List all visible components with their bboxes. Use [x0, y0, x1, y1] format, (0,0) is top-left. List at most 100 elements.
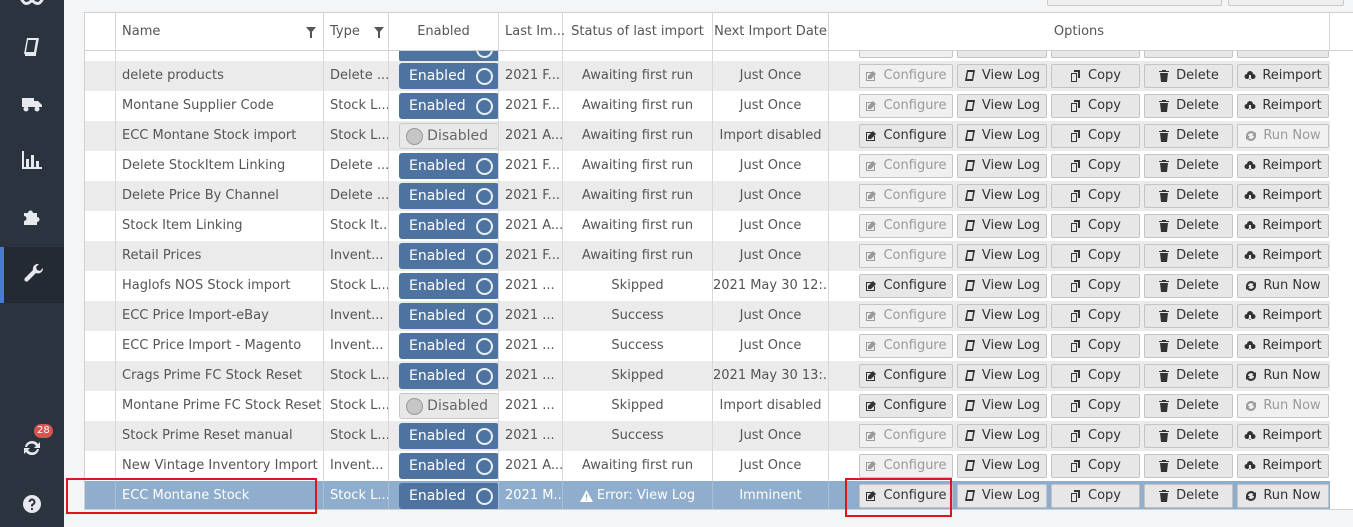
delete-button[interactable]: Delete — [1144, 364, 1233, 388]
configure-button[interactable]: Configure — [859, 94, 953, 118]
table-row[interactable]: Retail Prices Invent... Enabled 2021 F... Aw… — [85, 241, 1330, 271]
row-select-cell[interactable] — [85, 271, 116, 301]
copy-button[interactable]: Copy — [1051, 124, 1140, 148]
reimport-button[interactable]: Reimport — [1237, 184, 1329, 208]
table-row[interactable]: Stock Item Linking Stock It... Enabled 2021… — [85, 211, 1330, 241]
enabled-toggle[interactable]: Disabled — [399, 393, 498, 419]
configure-button[interactable]: Configure — [859, 244, 953, 268]
toolbar-button[interactable] — [1047, 0, 1222, 6]
configure-button[interactable]: Configure — [859, 214, 953, 238]
copy-button[interactable]: Copy — [1051, 94, 1140, 118]
delete-button[interactable]: Delete — [1144, 274, 1233, 298]
enabled-toggle[interactable]: Disabled — [399, 123, 498, 149]
reimport-button[interactable]: Reimport — [1237, 154, 1329, 178]
view-log-button[interactable]: View Log — [957, 454, 1047, 478]
view-log-button[interactable]: View Log — [957, 484, 1047, 508]
configure-button[interactable]: Configure — [859, 154, 953, 178]
header-type[interactable]: Type — [324, 13, 389, 51]
enabled-toggle[interactable]: Enabled — [399, 183, 498, 209]
configure-button[interactable]: Configure — [859, 124, 953, 148]
row-select-cell[interactable] — [85, 91, 116, 121]
table-row[interactable]: Montane Prime FC Stock Reset Stock L... Di… — [85, 391, 1330, 421]
sidebar-item-catalog[interactable] — [0, 21, 64, 77]
delete-button[interactable]: Delete — [1144, 154, 1233, 178]
reimport-button[interactable]: Reimport — [1237, 214, 1329, 238]
table-row[interactable]: New Vintage Inventory Import Invent... Ena… — [85, 451, 1330, 481]
enabled-toggle[interactable]: Enabled — [399, 63, 498, 89]
sidebar-item-shipping[interactable] — [0, 78, 64, 134]
row-select-cell[interactable] — [85, 241, 116, 271]
view-log-button[interactable]: View Log — [957, 244, 1047, 268]
copy-button[interactable]: Copy — [1051, 184, 1140, 208]
enabled-toggle[interactable]: Enabled — [399, 453, 498, 479]
grid-scrollbar[interactable] — [1330, 51, 1353, 509]
sidebar-item-reports[interactable] — [0, 134, 64, 190]
run-now-button[interactable]: Run Now — [1237, 274, 1329, 298]
enabled-toggle[interactable]: Enabled — [399, 153, 498, 179]
filter-icon[interactable] — [306, 27, 316, 38]
view-log-button[interactable]: View Log — [957, 124, 1047, 148]
table-row[interactable]: Delete Price By Channel Delete ... Enabled… — [85, 181, 1330, 211]
copy-button[interactable]: Copy — [1051, 214, 1140, 238]
delete-button[interactable]: Delete — [1144, 64, 1233, 88]
run-now-button[interactable]: Run Now — [1237, 394, 1329, 418]
table-row[interactable]: Stock Prime Reset manual Stock L... Enable… — [85, 421, 1330, 451]
table-row[interactable]: ECC Price Import - Magento Invent... Enabl… — [85, 331, 1330, 361]
view-log-button[interactable]: View Log — [957, 94, 1047, 118]
row-select-cell[interactable] — [85, 151, 116, 181]
header-enabled[interactable]: Enabled — [389, 13, 499, 51]
configure-button[interactable]: Configure — [859, 304, 953, 328]
delete-button[interactable]: Delete — [1144, 334, 1233, 358]
table-row[interactable]: ECC Price Import-eBay Invent... Enabled 202… — [85, 301, 1330, 331]
delete-button[interactable]: Delete — [1144, 394, 1233, 418]
enabled-toggle[interactable]: Enabled — [399, 243, 498, 269]
reimport-button[interactable]: Reimport — [1237, 304, 1329, 328]
enabled-toggle[interactable]: Enabled — [399, 423, 498, 449]
table-row[interactable]: ECC Montane Stock Stock L... Enabled 2021 M… — [85, 481, 1330, 509]
sidebar-item-settings[interactable] — [0, 247, 64, 303]
row-select-cell[interactable] — [85, 391, 116, 421]
copy-button[interactable]: Copy — [1051, 364, 1140, 388]
row-select-cell[interactable] — [85, 121, 116, 151]
configure-button[interactable]: Configure — [859, 484, 953, 508]
reimport-button[interactable]: Reimport — [1237, 334, 1329, 358]
row-select-cell[interactable] — [85, 481, 116, 509]
copy-button[interactable]: Copy — [1051, 484, 1140, 508]
row-select-cell[interactable] — [85, 181, 116, 211]
view-log-button[interactable]: View Log — [957, 424, 1047, 448]
table-row[interactable]: Montane Supplier Code Stock L... Enabled 20… — [85, 91, 1330, 121]
view-log-button[interactable]: View Log — [957, 364, 1047, 388]
table-row[interactable]: Delete StockItem Linking Delete ... Enable… — [85, 151, 1330, 181]
copy-button[interactable]: Copy — [1051, 454, 1140, 478]
copy-button[interactable]: Copy — [1051, 424, 1140, 448]
copy-button[interactable]: Copy — [1051, 394, 1140, 418]
enabled-toggle[interactable]: Enabled — [399, 213, 498, 239]
enabled-toggle[interactable]: Enabled — [399, 93, 498, 119]
reimport-button[interactable]: Reimport — [1237, 64, 1329, 88]
delete-button[interactable]: Delete — [1144, 424, 1233, 448]
enabled-toggle[interactable]: Enabled — [399, 303, 498, 329]
run-now-button[interactable]: Run Now — [1237, 124, 1329, 148]
configure-button[interactable]: Configure — [859, 334, 953, 358]
sidebar-item-extensions[interactable] — [0, 190, 64, 246]
sidebar-item-sync[interactable]: 28 — [0, 422, 64, 478]
row-select-cell[interactable] — [85, 61, 116, 91]
configure-button[interactable]: Configure — [859, 394, 953, 418]
delete-button[interactable]: Delete — [1144, 124, 1233, 148]
header-status[interactable]: Status of last import — [563, 13, 713, 51]
delete-button[interactable]: Delete — [1144, 454, 1233, 478]
copy-button[interactable]: Copy — [1051, 274, 1140, 298]
delete-button[interactable]: Delete — [1144, 304, 1233, 328]
configure-button[interactable]: Configure — [859, 454, 953, 478]
enabled-toggle[interactable]: Enabled — [399, 273, 498, 299]
view-log-button[interactable]: View Log — [957, 274, 1047, 298]
row-select-cell[interactable] — [85, 421, 116, 451]
configure-button[interactable]: Configure — [859, 424, 953, 448]
delete-button[interactable]: Delete — [1144, 94, 1233, 118]
table-row[interactable]: delete products Delete ... Enabled 2021 F..… — [85, 61, 1330, 91]
toolbar-button[interactable] — [1228, 0, 1344, 6]
configure-button[interactable]: Configure — [859, 184, 953, 208]
delete-button[interactable]: Delete — [1144, 214, 1233, 238]
copy-button[interactable]: Copy — [1051, 334, 1140, 358]
run-now-button[interactable]: Run Now — [1237, 484, 1329, 508]
